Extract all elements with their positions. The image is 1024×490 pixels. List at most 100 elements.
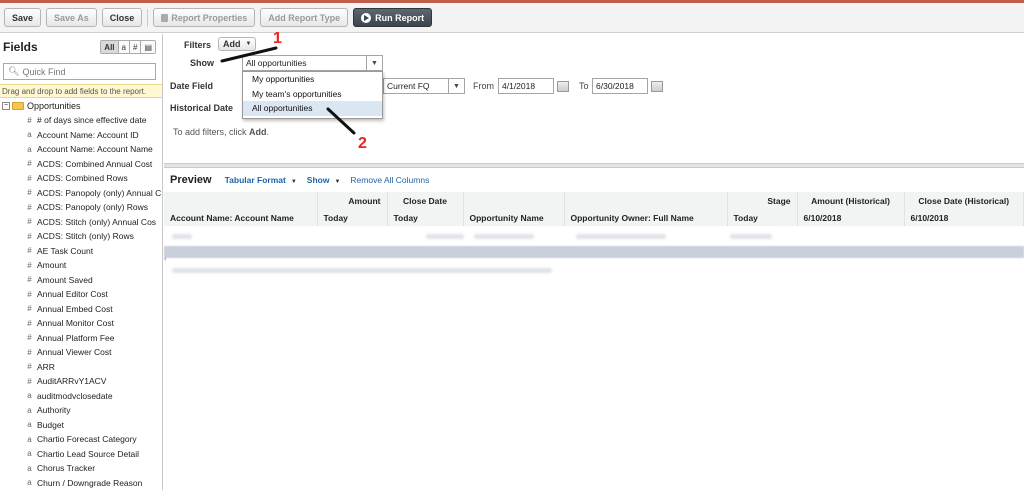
quick-find-input[interactable]: 🔍︎ Quick Find — [3, 63, 156, 80]
blurred-cell — [426, 234, 464, 239]
filters-panel: Filters Add ▼ Show All opportunities ▼ Da… — [164, 34, 1024, 164]
from-label: From — [473, 81, 494, 91]
field-item[interactable]: # ACDS: Combined Rows — [0, 171, 162, 186]
field-item[interactable]: # ARR — [0, 360, 162, 375]
show-menu[interactable]: Show ▼ — [307, 175, 341, 185]
drag-hint: Drag and drop to add fields to the repor… — [0, 84, 162, 98]
blurred-notice — [172, 268, 552, 273]
tree-root-label: Opportunities — [27, 101, 81, 111]
field-item-label: AuditARRvY1ACV — [37, 376, 107, 387]
filter-text-button[interactable]: a — [118, 41, 130, 53]
field-item[interactable]: # ACDS: Stitch (only) Rows — [0, 229, 162, 244]
column-header-top[interactable]: Amount — [317, 192, 388, 209]
show-select[interactable]: All opportunities ▼ — [242, 55, 383, 71]
field-item[interactable]: a Account Name: Account ID — [0, 128, 162, 143]
show-select-value: All opportunities — [246, 58, 307, 68]
field-item[interactable]: # ACDS: Panopoly (only) Annual C — [0, 186, 162, 201]
toolbar-separator — [147, 8, 149, 27]
from-date-input[interactable]: 4/1/2018 — [498, 78, 554, 94]
text-field-icon: a — [27, 144, 32, 154]
date-range-select[interactable]: Current FQ ▼ — [383, 78, 465, 94]
sidebar-collapse-handle[interactable]: ‹ — [164, 254, 167, 268]
field-item[interactable]: # AuditARRvY1ACV — [0, 374, 162, 389]
header-row-top: Amount Close Date Stage Amount (Historic… — [164, 192, 1024, 209]
save-as-button[interactable]: Save As — [46, 8, 97, 27]
field-item-label: Amount — [37, 260, 67, 271]
chevron-down-icon: ▼ — [245, 41, 252, 47]
field-item[interactable]: # ACDS: Panopoly (only) Rows — [0, 200, 162, 215]
field-item[interactable]: # Annual Monitor Cost — [0, 316, 162, 331]
column-header-top[interactable]: Stage — [727, 192, 798, 209]
field-item[interactable]: # Annual Platform Fee — [0, 331, 162, 346]
number-field-icon: # — [27, 231, 32, 241]
column-header-top[interactable] — [463, 192, 565, 209]
number-field-icon: # — [27, 333, 32, 343]
field-item[interactable]: # # of days since effective date — [0, 113, 162, 128]
filter-date-button[interactable]: ▤ — [141, 41, 155, 53]
close-button[interactable]: Close — [101, 8, 143, 27]
column-header[interactable]: Today — [727, 209, 798, 226]
dropdown-option-all[interactable]: All opportunities — [243, 101, 382, 116]
field-item[interactable]: # ACDS: Combined Annual Cost — [0, 157, 162, 172]
column-header-top[interactable]: Amount (Historical) — [797, 192, 905, 209]
format-label: Tabular Format — [224, 175, 286, 185]
field-item[interactable]: # AE Task Count — [0, 244, 162, 259]
column-header-top[interactable]: Close Date (Historical) — [904, 192, 1024, 209]
tree-root-opportunities[interactable]: − Opportunities — [0, 99, 162, 113]
remove-all-columns-link[interactable]: Remove All Columns — [350, 175, 429, 185]
field-item[interactable]: # Annual Viewer Cost — [0, 345, 162, 360]
number-field-icon: # — [27, 173, 32, 183]
field-item[interactable]: # Amount Saved — [0, 273, 162, 288]
show-menu-label: Show — [306, 175, 330, 185]
column-header[interactable]: Account Name: Account Name — [164, 209, 318, 226]
preview-title: Preview — [170, 174, 212, 186]
column-header[interactable]: Today — [317, 209, 388, 226]
add-report-type-button[interactable]: Add Report Type — [260, 8, 349, 27]
filter-all-button[interactable]: All — [101, 41, 119, 53]
save-button[interactable]: Save — [4, 8, 42, 27]
field-item[interactable]: # Annual Editor Cost — [0, 287, 162, 302]
calendar-icon[interactable] — [557, 81, 569, 92]
chevron-down-icon: ▼ — [448, 79, 464, 93]
field-item[interactable]: # ACDS: Stitch (only) Annual Cos — [0, 215, 162, 230]
column-header[interactable]: Opportunity Owner: Full Name — [564, 209, 728, 226]
format-menu[interactable]: Tabular Format ▼ — [225, 175, 297, 185]
collapse-icon[interactable]: − — [2, 102, 10, 110]
preview-panel: Preview Tabular Format ▼ Show ▼ Remove All… — [164, 168, 1024, 490]
field-item[interactable]: a Account Name: Account Name — [0, 142, 162, 157]
filter-number-button[interactable]: # — [129, 41, 142, 53]
column-header[interactable]: 6/10/2018 — [904, 209, 1024, 226]
field-item-label: ACDS: Panopoly (only) Annual C — [37, 187, 162, 198]
column-header[interactable]: Opportunity Name — [463, 209, 565, 226]
field-item[interactable]: a Chartio Lead Source Detail — [0, 447, 162, 462]
hint-suffix: . — [266, 127, 270, 137]
field-item-label: Authority — [37, 405, 71, 416]
annotation-number-1: 1 — [273, 30, 282, 47]
report-properties-button[interactable]: Report Properties — [153, 8, 256, 27]
run-report-button[interactable]: Run Report — [353, 8, 433, 27]
column-header-top[interactable] — [564, 192, 728, 209]
field-item[interactable]: a Budget — [0, 418, 162, 433]
dropdown-option-my[interactable]: My opportunities — [243, 72, 382, 87]
column-header-top[interactable]: Close Date — [387, 192, 464, 209]
to-date-input[interactable]: 6/30/2018 — [592, 78, 648, 94]
field-item[interactable]: a Churn / Downgrade Reason — [0, 476, 162, 490]
fields-header: Fields All a # ▤ — [0, 34, 162, 60]
dropdown-option-team[interactable]: My team's opportunities — [243, 87, 382, 102]
show-label: Show — [190, 58, 214, 68]
field-item[interactable]: # Annual Embed Cost — [0, 302, 162, 317]
add-filter-button[interactable]: Add ▼ — [218, 37, 257, 51]
field-item[interactable]: a auditmodvclosedate — [0, 389, 162, 404]
field-item[interactable]: # Amount — [0, 258, 162, 273]
field-item[interactable]: a Chartio Forecast Category — [0, 432, 162, 447]
historical-date-label: Historical Date — [170, 103, 234, 113]
calendar-icon[interactable] — [651, 81, 663, 92]
column-header-top[interactable] — [164, 192, 318, 209]
column-header[interactable]: Today — [387, 209, 464, 226]
field-item[interactable]: a Authority — [0, 403, 162, 418]
field-item-label: ARR — [37, 361, 55, 372]
column-header[interactable]: 6/10/2018 — [797, 209, 905, 226]
text-field-icon: a — [27, 449, 32, 459]
field-item-label: Chorus Tracker — [37, 463, 96, 474]
field-item[interactable]: a Chorus Tracker — [0, 461, 162, 476]
